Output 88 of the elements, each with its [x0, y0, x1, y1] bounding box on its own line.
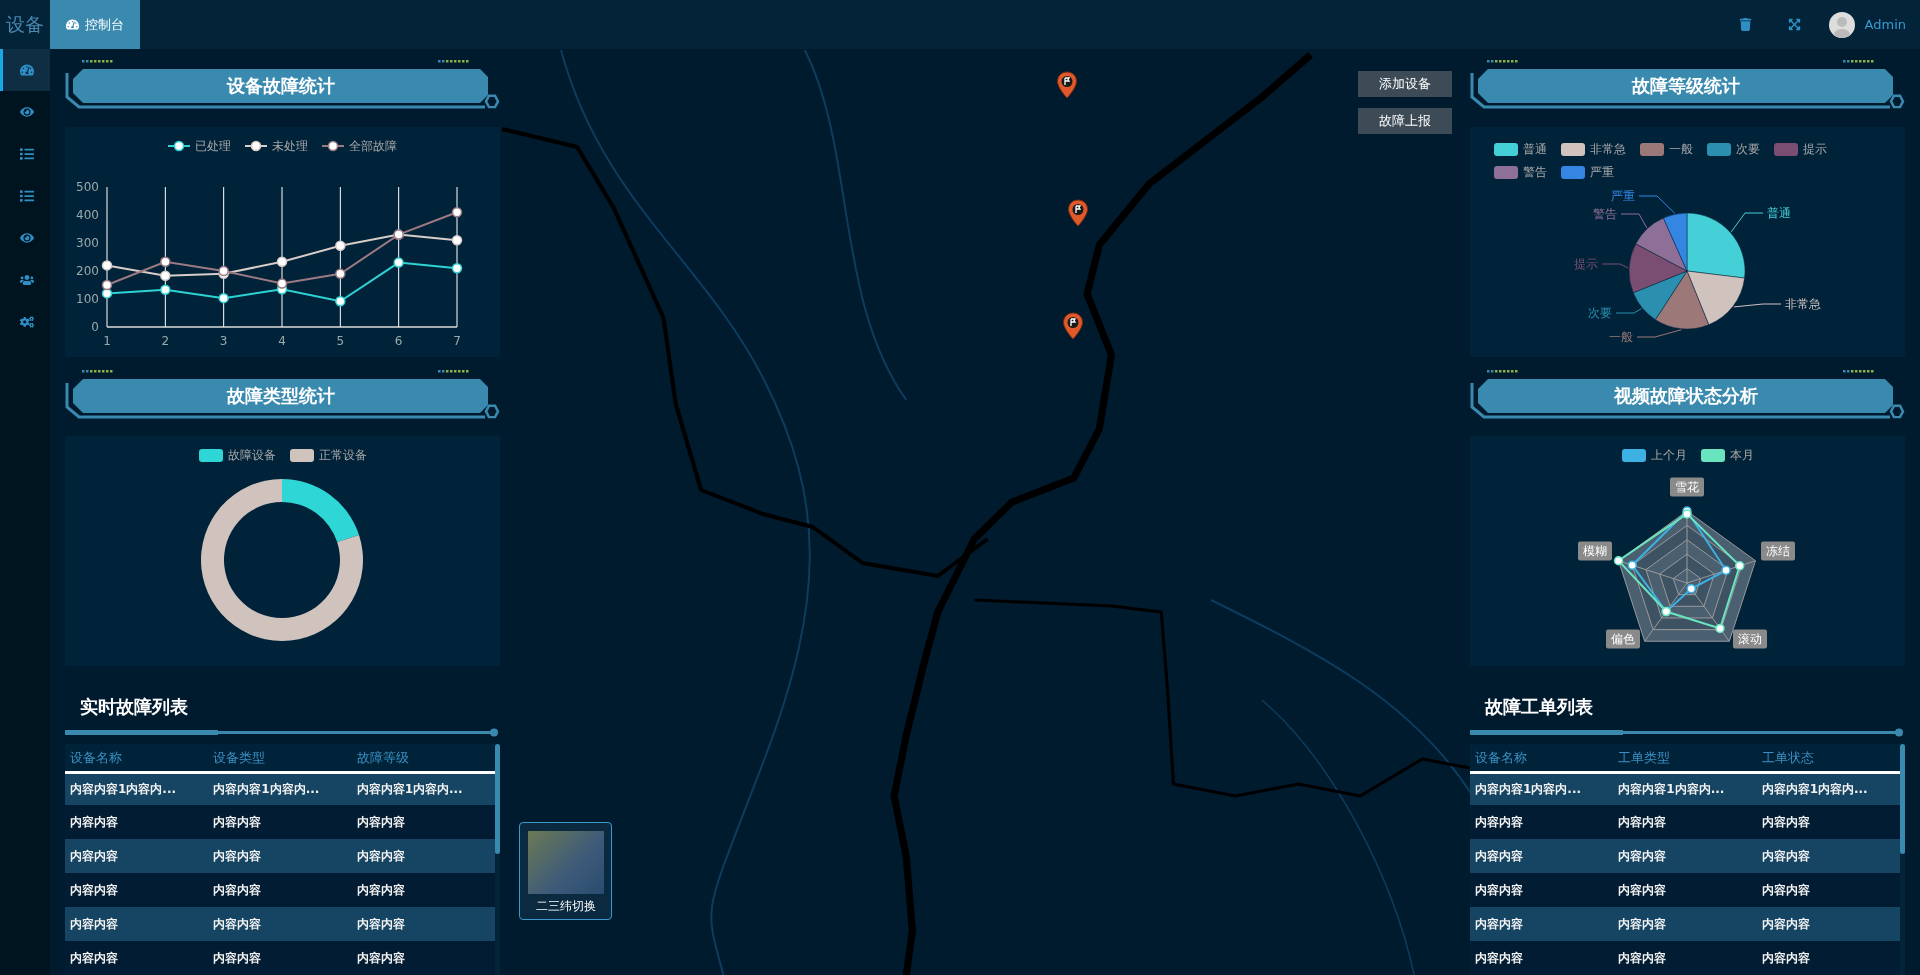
legend-label: 严重 — [1590, 164, 1614, 181]
list-title: 故障工单列表 — [1485, 695, 1594, 719]
table-cell-text: 内容内容 — [1474, 813, 1524, 831]
table-cell-text: 内容内容 — [1474, 949, 1524, 967]
legend-label: 故障设备 — [227, 446, 276, 464]
table-cell-text: 内容内容 — [1474, 847, 1524, 865]
table-cell-text: 内容内容1内容内... — [212, 781, 321, 798]
panel-title: 故障类型统计 — [73, 379, 488, 413]
table-cell-text: 内容内容 — [212, 915, 263, 933]
table-cell-text: 内容内容 — [355, 915, 406, 933]
legend-label: 全部故障 — [349, 137, 397, 155]
table-cell-text: 内容内容 — [1617, 949, 1668, 967]
table-cell-text: 内容内容 — [1760, 949, 1811, 967]
slice-label: 次要 — [1588, 306, 1612, 320]
table-cell-text: 内容内容 — [1617, 813, 1668, 831]
table-cell-text: 内容内容 — [1760, 813, 1811, 831]
table-cell-text: 内容内容 — [1760, 915, 1811, 933]
axis-tick-label: 5 — [336, 334, 345, 348]
column-header: 工单状态 — [1760, 748, 1815, 767]
column-header: 设备名称 — [69, 748, 123, 767]
app-logo: 设备 — [5, 11, 45, 37]
legend-label: 已处理 — [195, 137, 231, 155]
legend-label: 警告 — [1523, 164, 1547, 181]
axis-tick-label: 2 — [161, 334, 170, 348]
table-cell-text: 内容内容 — [1474, 881, 1524, 899]
axis-tick-label: 4 — [278, 334, 286, 348]
legend-label: 普通 — [1523, 141, 1547, 158]
axis-tick-label: 6 — [394, 334, 403, 348]
table-cell-text: 内容内容 — [69, 847, 119, 865]
table-cell-text: 内容内容 — [355, 813, 406, 831]
table-cell-text: 内容内容 — [212, 881, 263, 899]
slice-label: 提示 — [1574, 257, 1598, 271]
slice-label: 一般 — [1609, 330, 1633, 344]
axis-label: 滚动 — [1733, 629, 1767, 649]
slice-label: 普通 — [1767, 206, 1791, 220]
column-header: 故障等级 — [355, 748, 410, 767]
table-cell-text: 内容内容 — [1760, 847, 1811, 865]
axis-tick-label: 200 — [76, 264, 99, 278]
table-cell-text: 内容内容 — [69, 915, 119, 933]
axis-label: 冻结 — [1761, 541, 1795, 561]
legend-label: 提示 — [1803, 141, 1827, 158]
column-header: 设备名称 — [1474, 748, 1528, 767]
axis-tick-label: 300 — [76, 236, 99, 250]
table-cell-text: 内容内容 — [1617, 881, 1668, 899]
panel-title: 视频故障状态分析 — [1478, 379, 1893, 413]
axis-tick-label: 100 — [76, 292, 99, 306]
legend-label: 正常设备 — [318, 446, 367, 464]
table-cell-text: 内容内容 — [69, 881, 119, 899]
column-header: 工单类型 — [1617, 748, 1672, 767]
axis-tick-label: 3 — [219, 334, 228, 348]
table-cell-text: 内容内容1内容内... — [1760, 781, 1869, 798]
table-cell-text: 内容内容 — [69, 949, 119, 967]
slice-label: 警告 — [1593, 207, 1617, 221]
axis-label: 雪花 — [1670, 477, 1704, 497]
table-cell-text: 内容内容 — [355, 949, 406, 967]
table-cell-text: 内容内容 — [212, 813, 263, 831]
table-cell-text: 内容内容 — [355, 847, 406, 865]
axis-tick-label: 7 — [453, 334, 461, 348]
slice-label: 严重 — [1611, 189, 1635, 203]
legend-label: 未处理 — [272, 137, 308, 155]
table-cell-text: 内容内容 — [1617, 915, 1668, 933]
table-cell-text: 内容内容 — [1474, 915, 1524, 933]
legend-label: 上个月 — [1650, 446, 1687, 464]
table-cell-text: 内容内容 — [355, 881, 406, 899]
slice-label: 非常急 — [1785, 297, 1821, 311]
axis-tick-label: 400 — [76, 208, 99, 222]
list-title: 实时故障列表 — [80, 695, 189, 719]
table-cell-text: 内容内容1内容内... — [355, 781, 464, 798]
axis-tick-label: 1 — [103, 334, 111, 348]
panel-title: 设备故障统计 — [73, 69, 488, 103]
table-cell-text: 内容内容 — [212, 847, 263, 865]
legend-label: 本月 — [1729, 446, 1754, 464]
table-cell-text: 内容内容1内容内... — [1474, 781, 1583, 798]
table-cell-text: 内容内容 — [1760, 881, 1811, 899]
axis-label: 偏色 — [1606, 629, 1640, 649]
legend-label: 非常急 — [1590, 141, 1626, 158]
table-cell-text: 内容内容 — [1617, 847, 1668, 865]
legend-label: 一般 — [1669, 141, 1693, 158]
axis-tick-label: 0 — [91, 320, 99, 334]
table-cell-text: 内容内容1内容内... — [1617, 781, 1726, 798]
legend-label: 次要 — [1736, 141, 1760, 158]
axis-label: 模糊 — [1578, 541, 1612, 561]
column-header: 设备类型 — [212, 748, 267, 767]
table-cell-text: 内容内容1内容内... — [69, 781, 178, 798]
panel-title: 故障等级统计 — [1478, 69, 1893, 103]
axis-tick-label: 500 — [76, 180, 99, 194]
table-cell-text: 内容内容 — [212, 949, 263, 967]
table-cell-text: 内容内容 — [69, 813, 119, 831]
